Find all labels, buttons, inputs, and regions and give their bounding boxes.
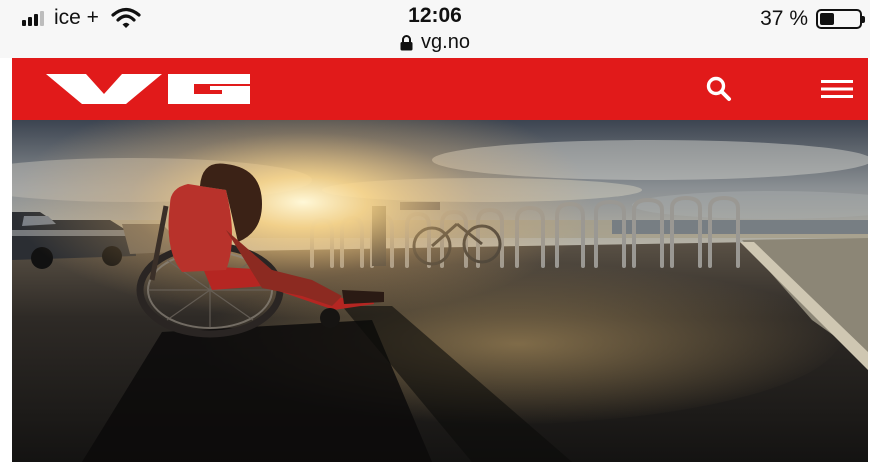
status-bar: ice + 12:06 vg.no 37 % [0,0,870,58]
url-text: vg.no [421,31,470,53]
search-icon[interactable] [702,72,738,106]
address-bar[interactable]: vg.no [0,31,870,54]
clock: 12:06 [408,4,462,27]
battery-group: 37 % [760,7,865,31]
battery-percentage: 37 % [760,7,808,30]
hamburger-menu-icon[interactable] [817,74,857,104]
vg-logo[interactable]: VG [46,72,252,106]
battery-icon [816,9,865,29]
battery-fill [820,13,835,25]
lock-icon [400,34,413,50]
wheelchair-sunset-photo [12,120,868,462]
site-header: VG [12,58,868,120]
hero-image[interactable] [12,120,868,462]
